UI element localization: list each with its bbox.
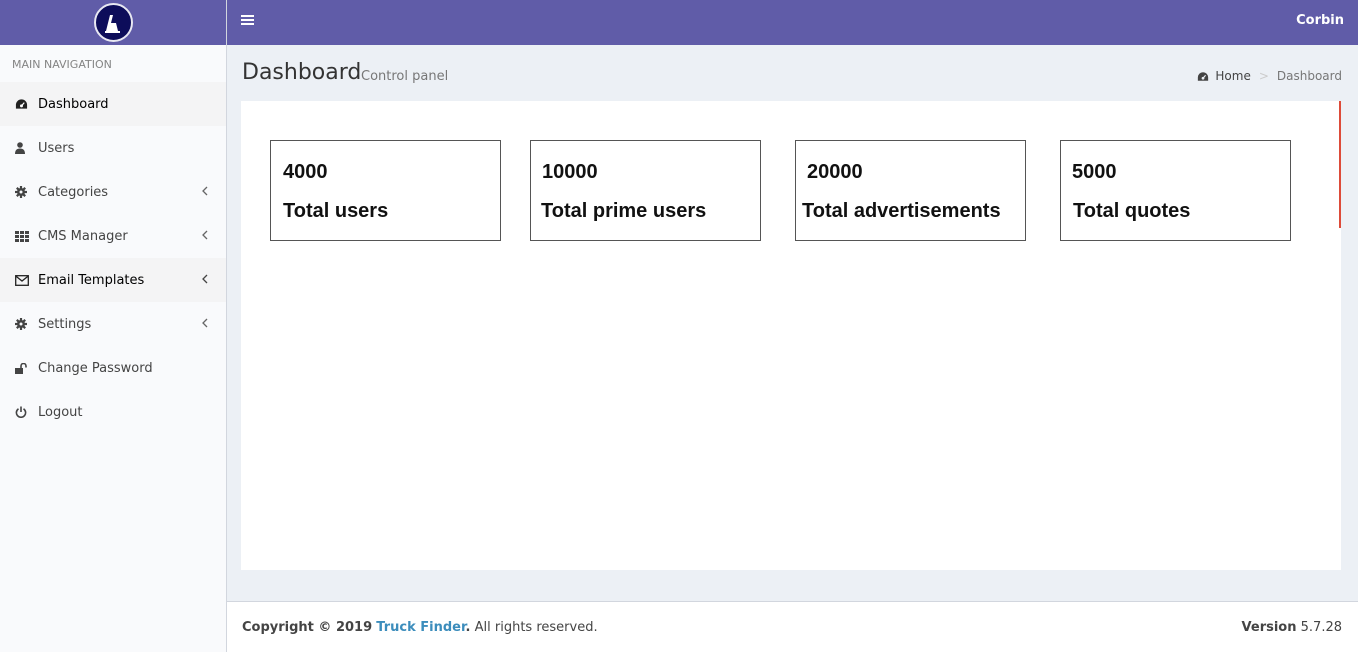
logo[interactable] [93,3,133,42]
sidebar-item-change-password[interactable]: Change Password [0,346,226,390]
copyright-prefix: Copyright © 2019 [242,620,373,635]
scroll-indicator [1339,101,1341,228]
dashboard-icon [15,98,38,110]
chevron-left-icon [202,185,208,200]
dashboard-icon [1198,71,1209,81]
sidebar-item-users[interactable]: Users [0,126,226,170]
sidebar-item-logout[interactable]: Logout [0,390,226,434]
sidebar-item-label: Categories [38,184,109,200]
logo-icon [105,14,120,33]
stat-value: 20000 [807,161,863,183]
stat-card-total-users: 4000 Total users [270,140,501,241]
stat-card-total-prime-users: 10000 Total prime users [530,140,761,241]
stat-label: Total quotes [1073,200,1191,222]
gear-icon [15,186,38,198]
grid-icon [15,230,38,242]
sidebar-item-categories[interactable]: Categories [0,170,226,214]
footer-version: Version 5.7.28 [1242,620,1342,635]
version-label: Version [1241,620,1297,635]
sidebar-item-label: Logout [38,404,83,420]
unlock-icon [15,362,38,374]
gear-icon [15,318,38,330]
footer: Copyright © 2019 Truck Finder. All right… [227,601,1358,652]
stat-card-total-quotes: 5000 Total quotes [1060,140,1291,241]
logo-area [0,0,226,45]
brand-link[interactable]: Truck Finder [376,620,465,635]
chevron-left-icon [202,317,208,332]
envelope-icon [15,274,38,286]
breadcrumb-separator: > [1258,69,1269,83]
stat-label: Total advertisements [802,200,1001,222]
sidebar-item-label: CMS Manager [38,228,128,244]
nav-section-header: MAIN NAVIGATION [12,58,112,71]
sidebar-item-dashboard[interactable]: Dashboard [0,82,226,126]
sidebar-item-label: Users [38,140,75,156]
sidebar-item-settings[interactable]: Settings [0,302,226,346]
hamburger-menu-icon[interactable] [241,14,255,30]
page-subtitle: Control panel [361,69,449,84]
breadcrumb-home[interactable]: Home [1197,69,1251,83]
version-number: 5.7.28 [1300,620,1342,635]
sidebar-item-email-templates[interactable]: Email Templates [0,258,226,302]
sidebar-item-label: Email Templates [38,272,145,288]
stat-value: 10000 [542,161,598,183]
power-icon [15,406,38,418]
sidebar-item-label: Settings [38,316,92,332]
breadcrumb-current: Dashboard [1276,69,1342,83]
stat-value: 4000 [283,161,328,183]
sidebar-item-cms-manager[interactable]: CMS Manager [0,214,226,258]
top-navbar: Corbin [227,0,1358,45]
user-icon [15,142,38,154]
rights-text: All rights reserved. [474,620,598,635]
breadcrumb-home-label: Home [1215,69,1251,83]
page-title: Dashboard [242,60,362,85]
stat-card-total-advertisements: 20000 Total advertisements [795,140,1026,241]
sidebar-item-label: Dashboard [38,96,109,112]
user-menu[interactable]: Corbin [1296,13,1344,28]
chevron-left-icon [202,229,208,244]
stat-value: 5000 [1072,161,1117,183]
chevron-left-icon [202,273,208,288]
sidebar-item-label: Change Password [38,360,153,376]
stat-label: Total users [283,200,389,222]
sidebar: MAIN NAVIGATION Dashboard Users Categori… [0,0,227,652]
stat-label: Total prime users [541,200,707,222]
content-box: 4000 Total users 10000 Total prime users… [241,101,1341,570]
breadcrumb: Home > Dashboard [1197,69,1342,83]
footer-copyright: Copyright © 2019 Truck Finder. All right… [242,620,598,635]
brand-dot: . [465,620,471,635]
